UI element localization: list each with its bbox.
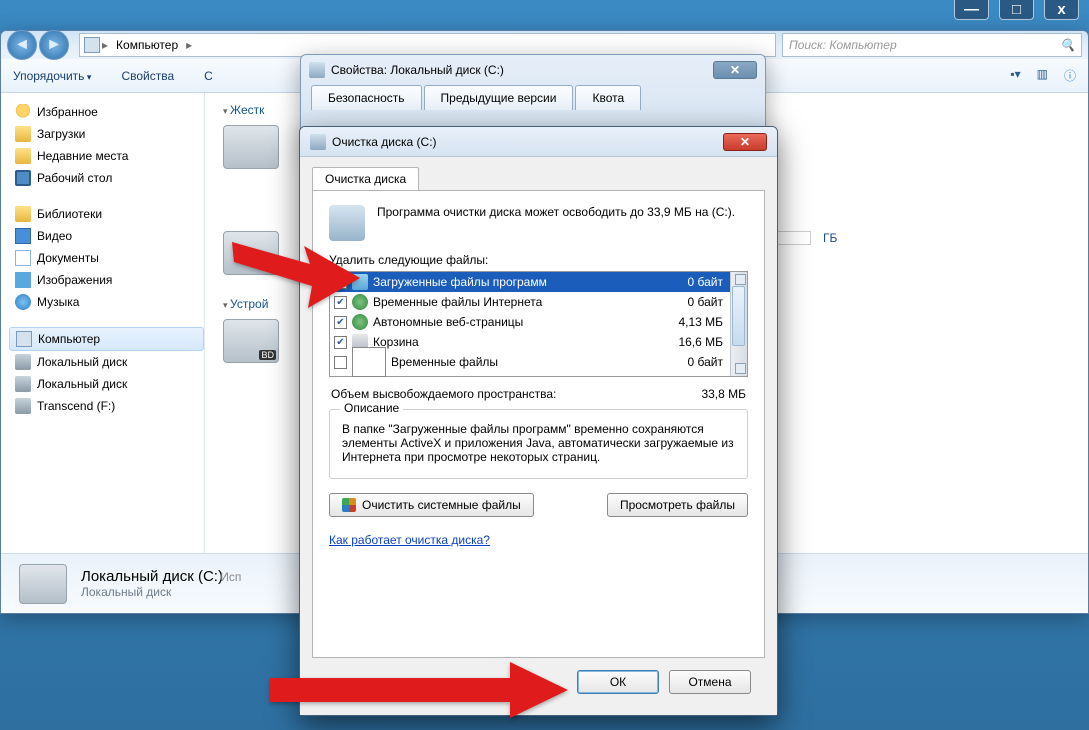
view-details-button[interactable]: ▥ bbox=[1037, 67, 1048, 84]
video-icon bbox=[15, 228, 31, 244]
sidebar-favorites[interactable]: Избранное bbox=[9, 101, 204, 123]
maximize-button[interactable]: □ bbox=[999, 0, 1034, 20]
sidebar-pictures[interactable]: Изображения bbox=[9, 269, 204, 291]
organize-menu[interactable]: Упорядочить bbox=[13, 69, 91, 83]
help-icon[interactable]: ⓘ bbox=[1064, 67, 1076, 84]
file-name: Загруженные файлы программ bbox=[373, 275, 547, 289]
computer-icon bbox=[16, 331, 32, 347]
breadcrumb-computer[interactable]: Компьютер bbox=[110, 38, 184, 52]
delete-files-label: Удалить следующие файлы: bbox=[329, 253, 748, 267]
drive-c[interactable] bbox=[223, 125, 279, 169]
view-files-button[interactable]: Просмотреть файлы bbox=[607, 493, 748, 517]
sidebar-local-d[interactable]: Локальный диск bbox=[9, 373, 204, 395]
back-button[interactable]: ◄ bbox=[7, 30, 37, 60]
file-list-row[interactable]: ✔Загруженные файлы программ0 байт bbox=[330, 272, 747, 292]
file-list-row[interactable]: ✔Автономные веб-страницы4,13 МБ bbox=[330, 312, 747, 332]
document-icon bbox=[15, 250, 31, 266]
folder-icon bbox=[15, 126, 31, 142]
sidebar-documents[interactable]: Документы bbox=[9, 247, 204, 269]
file-list-row[interactable]: ✔Корзина16,6 МБ bbox=[330, 332, 747, 352]
properties-button[interactable]: Свойства bbox=[121, 69, 174, 83]
drive-icon bbox=[310, 134, 326, 150]
nav-buttons: ◄ ► bbox=[7, 30, 69, 60]
system-button[interactable]: С bbox=[204, 69, 213, 83]
total-value: 33,8 МБ bbox=[701, 387, 746, 401]
pictures-icon bbox=[15, 272, 31, 288]
star-icon bbox=[15, 104, 31, 120]
sidebar-video[interactable]: Видео bbox=[9, 225, 204, 247]
computer-icon bbox=[84, 37, 100, 53]
drive-icon bbox=[309, 62, 325, 78]
drive-size: ГБ bbox=[823, 231, 837, 275]
tab-security[interactable]: Безопасность bbox=[311, 85, 422, 110]
file-name: Временные файлы bbox=[391, 355, 498, 369]
sidebar-transcend[interactable]: Transcend (F:) bbox=[9, 395, 204, 417]
drive-icon bbox=[15, 354, 31, 370]
status-title: Локальный диск (C:) bbox=[81, 568, 223, 585]
folder-icon bbox=[15, 148, 31, 164]
search-placeholder: Поиск: Компьютер bbox=[789, 38, 897, 52]
disk-cleanup-dialog: Очистка диска (C:) ✕ Очистка диска Прогр… bbox=[299, 126, 778, 716]
bd-drive-icon bbox=[223, 319, 279, 363]
annotation-arrow-top bbox=[232, 220, 362, 310]
sidebar-recent[interactable]: Недавние места bbox=[9, 145, 204, 167]
checkbox[interactable]: ✔ bbox=[334, 316, 347, 329]
search-box[interactable]: Поиск: Компьютер 🔍 bbox=[782, 33, 1082, 57]
scrollbar[interactable] bbox=[730, 272, 747, 376]
how-cleanup-works-link[interactable]: Как работает очистка диска? bbox=[329, 533, 490, 547]
sidebar-downloads[interactable]: Загрузки bbox=[9, 123, 204, 145]
libraries-icon bbox=[15, 206, 31, 222]
tab-disk-cleanup[interactable]: Очистка диска bbox=[312, 167, 419, 190]
close-button[interactable]: x bbox=[1044, 0, 1079, 20]
description-legend: Описание bbox=[340, 401, 403, 415]
ok-button[interactable]: ОК bbox=[577, 670, 659, 694]
breadcrumb-sep: ▸ bbox=[100, 38, 110, 52]
status-subtitle: Локальный диск bbox=[81, 585, 241, 599]
file-list-row[interactable]: ✔Временные файлы Интернета0 байт bbox=[330, 292, 747, 312]
checkbox[interactable] bbox=[334, 356, 347, 369]
description-group: Описание В папке "Загруженные файлы прог… bbox=[329, 409, 748, 479]
file-name: Временные файлы Интернета bbox=[373, 295, 542, 309]
cleanup-intro-text: Программа очистки диска может освободить… bbox=[377, 205, 735, 219]
parent-window-controls: — □ x bbox=[954, 0, 1079, 20]
close-button[interactable]: ✕ bbox=[723, 133, 767, 151]
tab-quota[interactable]: Квота bbox=[575, 85, 641, 110]
close-button[interactable]: ✕ bbox=[713, 61, 757, 79]
checkbox[interactable]: ✔ bbox=[334, 336, 347, 349]
cleanup-title: Очистка диска (C:) bbox=[332, 135, 437, 149]
sidebar-libraries[interactable]: Библиотеки bbox=[9, 203, 204, 225]
description-text: В папке "Загруженные файлы программ" вре… bbox=[342, 422, 735, 464]
properties-title: Свойства: Локальный диск (C:) bbox=[331, 63, 504, 77]
drive-icon bbox=[223, 125, 279, 169]
drive-icon bbox=[19, 564, 67, 604]
file-name: Автономные веб-страницы bbox=[373, 315, 523, 329]
sidebar: Избранное Загрузки Недавние места Рабочи… bbox=[1, 93, 205, 553]
breadcrumb-sep: ▸ bbox=[184, 38, 194, 52]
cancel-button[interactable]: Отмена bbox=[669, 670, 751, 694]
file-list-row[interactable]: Временные файлы0 байт bbox=[330, 352, 747, 372]
bd-drive[interactable] bbox=[223, 319, 279, 363]
page-icon bbox=[352, 347, 386, 377]
sidebar-local-c[interactable]: Локальный диск bbox=[9, 351, 204, 373]
desktop-icon bbox=[15, 170, 31, 186]
scrollbar-thumb[interactable] bbox=[732, 286, 745, 346]
search-icon: 🔍 bbox=[1060, 38, 1075, 52]
clean-system-files-button[interactable]: Очистить системные файлы bbox=[329, 493, 534, 517]
sidebar-computer[interactable]: Компьютер bbox=[9, 327, 204, 351]
forward-button[interactable]: ► bbox=[39, 30, 69, 60]
tab-previous-versions[interactable]: Предыдущие версии bbox=[424, 85, 574, 110]
sidebar-music[interactable]: Музыка bbox=[9, 291, 204, 313]
status-used: Исп bbox=[220, 570, 241, 584]
total-label: Объем высвобождаемого пространства: bbox=[331, 387, 556, 401]
globe-icon bbox=[352, 314, 368, 330]
drive-icon bbox=[15, 376, 31, 392]
view-icons-button[interactable]: ▪▾ bbox=[1010, 67, 1020, 84]
music-icon bbox=[15, 294, 31, 310]
file-list[interactable]: ✔Загруженные файлы программ0 байт✔Времен… bbox=[329, 271, 748, 377]
annotation-arrow-bottom bbox=[270, 662, 570, 722]
drive-icon bbox=[15, 398, 31, 414]
minimize-button[interactable]: — bbox=[954, 0, 989, 20]
sidebar-desktop[interactable]: Рабочий стол bbox=[9, 167, 204, 189]
